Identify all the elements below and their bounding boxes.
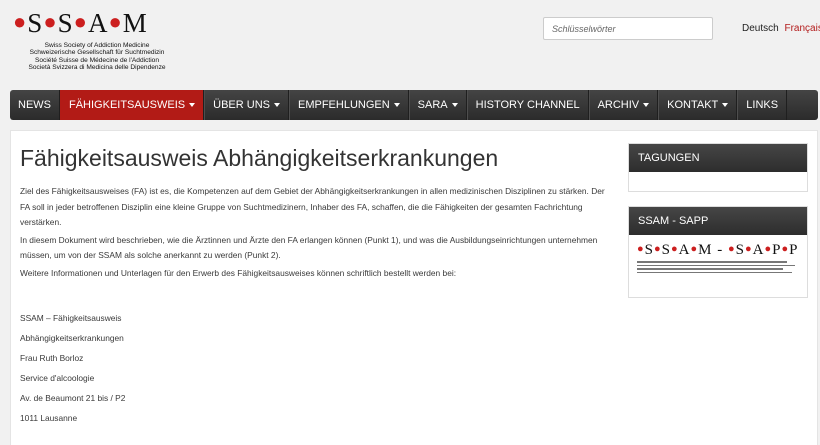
address-line: 1011 Lausanne <box>20 413 78 423</box>
nav-item-news[interactable]: NEWS <box>10 90 60 120</box>
nav-item-links[interactable]: LINKS <box>737 90 788 120</box>
language-switcher: Deutsch Français <box>742 23 820 34</box>
caret-down-icon <box>273 103 280 107</box>
ssam-logo[interactable]: ●S●S●A●M Swiss Society of Addiction Medi… <box>12 8 187 71</box>
contact-address: SSAM – Fähigkeitsausweis Abhängigkeitser… <box>20 308 125 428</box>
caret-down-icon <box>451 103 458 107</box>
main-navbar: NEWS FÄHIGKEITSAUSWEIS ÜBER UNS EMPFEHLU… <box>10 90 818 120</box>
ssam-sapp-logo[interactable]: ●S●S●A●M - ●S●A●P●P <box>637 242 801 273</box>
content-card: Fähigkeitsausweis Abhängigkeitserkrankun… <box>10 130 818 445</box>
caret-down-icon <box>722 103 729 107</box>
sapp-fine-print <box>637 261 801 273</box>
widget-tagungen: TAGUNGEN <box>628 143 808 192</box>
nav-item-archiv[interactable]: ARCHIV <box>588 90 659 120</box>
nav-item-sara[interactable]: SARA <box>408 90 467 120</box>
nav-item-empfehlungen[interactable]: EMPFEHLUNGEN <box>288 90 409 120</box>
nav-item-ueber-uns[interactable]: ÜBER UNS <box>204 90 289 120</box>
intro-text: Ziel des Fähigkeitsausweises (FA) ist es… <box>20 184 610 283</box>
address-line: Frau Ruth Borloz <box>20 353 84 363</box>
paragraph: In diesem Dokument wird beschrieben, wie… <box>20 234 598 261</box>
logo-wordmark: ●S●S●A●M <box>13 8 147 38</box>
page-title: Fähigkeitsausweis Abhängigkeitserkrankun… <box>20 145 499 171</box>
caret-down-icon <box>643 103 650 107</box>
address-line: Abhängigkeitserkrankungen <box>20 333 124 343</box>
nav-item-kontakt[interactable]: KONTAKT <box>658 90 738 120</box>
caret-down-icon <box>189 103 196 107</box>
nav-item-history-channel[interactable]: HISTORY CHANNEL <box>466 90 589 120</box>
address-line: Av. de Beaumont 21 bis / P2 <box>20 393 126 403</box>
address-line: Service d'alcoologie <box>20 373 95 383</box>
widget-title: SSAM - SAPP <box>629 207 807 235</box>
nav-item-faehigkeitsausweis[interactable]: FÄHIGKEITSAUSWEIS <box>60 90 205 120</box>
logo-subtitle: Swiss Society of Addiction Medicine Schw… <box>28 42 166 71</box>
lang-de-link[interactable]: Deutsch <box>742 23 779 34</box>
paragraph: Weitere Informationen und Unterlagen für… <box>20 267 457 278</box>
sapp-wordmark: ●S●S●A●M - ●S●A●P●P <box>637 242 799 258</box>
lang-fr-link[interactable]: Français <box>784 23 820 34</box>
widget-ssam-sapp: SSAM - SAPP ●S●S●A●M - ●S●A●P●P <box>628 206 808 298</box>
address-line: SSAM – Fähigkeitsausweis <box>20 313 122 323</box>
caret-down-icon <box>393 103 400 107</box>
search-input[interactable] <box>543 17 713 40</box>
widget-title: TAGUNGEN <box>629 144 807 172</box>
paragraph: Ziel des Fähigkeitsausweises (FA) ist es… <box>20 186 605 227</box>
